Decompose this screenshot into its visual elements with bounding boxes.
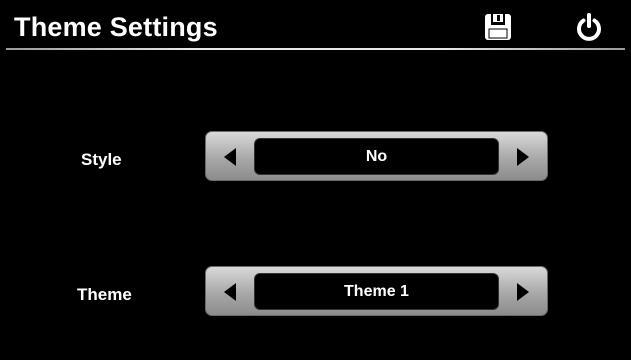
style-next-button[interactable]	[505, 138, 541, 176]
theme-previous-button[interactable]	[212, 273, 248, 311]
power-icon	[577, 13, 601, 41]
title-divider	[6, 48, 625, 50]
theme-settings-screen: Theme Settings Style No Theme Theme 1	[0, 0, 631, 360]
save-icon	[485, 14, 511, 40]
title-bar: Theme Settings	[0, 0, 631, 52]
style-previous-button[interactable]	[212, 138, 248, 176]
triangle-right-icon	[517, 148, 529, 166]
style-value: No	[254, 138, 499, 175]
style-label: Style	[81, 150, 122, 169]
triangle-left-icon	[224, 283, 236, 301]
theme-label: Theme	[77, 285, 132, 304]
theme-value: Theme 1	[254, 273, 499, 310]
style-selector: No	[205, 131, 548, 181]
triangle-left-icon	[224, 148, 236, 166]
theme-next-button[interactable]	[505, 273, 541, 311]
power-button[interactable]	[571, 10, 607, 44]
triangle-right-icon	[517, 283, 529, 301]
page-title: Theme Settings	[14, 12, 218, 42]
theme-selector: Theme 1	[205, 266, 548, 316]
save-button[interactable]	[480, 10, 516, 44]
